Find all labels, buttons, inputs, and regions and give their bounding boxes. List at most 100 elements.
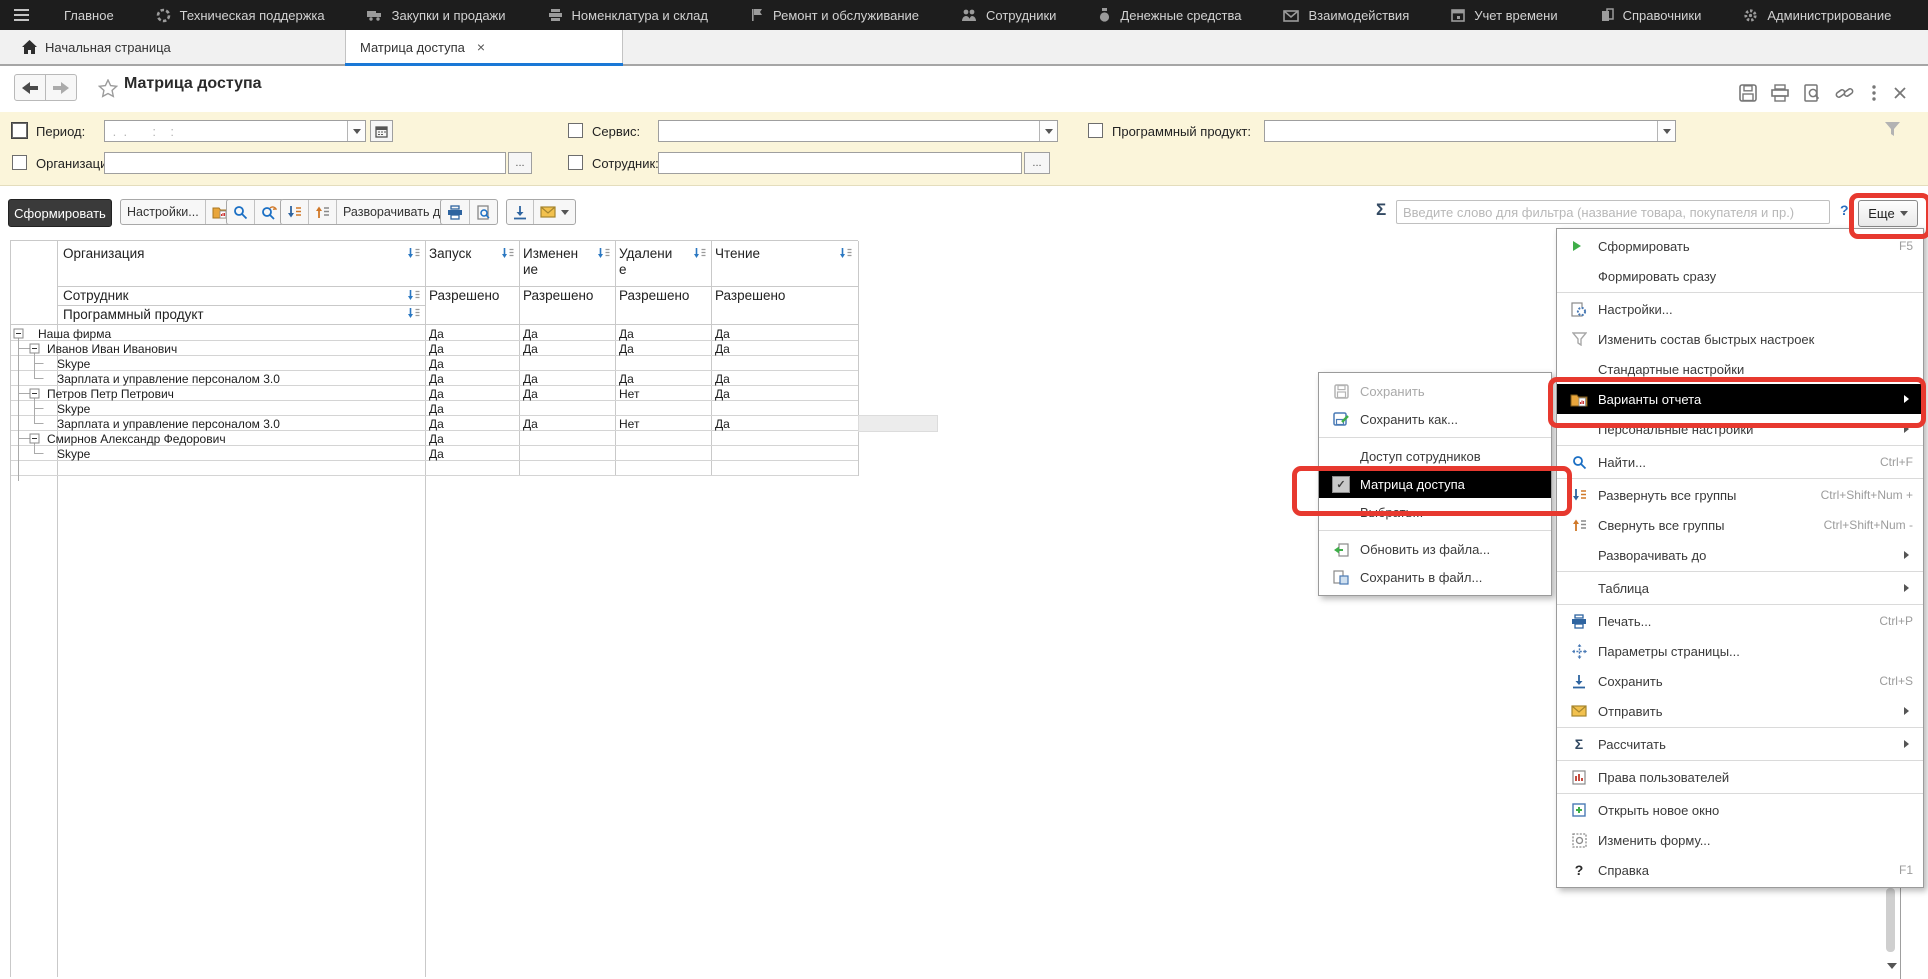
menu-purchases-sales[interactable]: Закупки и продажи	[346, 0, 527, 30]
column-header-delete[interactable]: Удаление	[619, 246, 679, 278]
menu-item-save[interactable]: СохранитьCtrl+S	[1557, 666, 1923, 696]
menu-item-expand-all[interactable]: Развернуть все группыCtrl+Shift+Num +	[1557, 480, 1923, 510]
period-checkbox[interactable]	[12, 123, 27, 138]
menu-stock[interactable]: Номенклатура и склад	[527, 0, 729, 30]
scrollbar-down-icon[interactable]	[1887, 963, 1897, 974]
menu-item-collapse-all[interactable]: Свернуть все группыCtrl+Shift+Num -	[1557, 510, 1923, 540]
close-window-icon[interactable]	[1890, 83, 1910, 103]
sort-icon[interactable]	[501, 247, 515, 260]
menu-item-send[interactable]: Отправить	[1557, 696, 1923, 726]
table-row[interactable]: SkypeДа	[11, 356, 858, 371]
menu-time[interactable]: Учет времени	[1430, 0, 1578, 30]
menu-item-variant-employee-access[interactable]: Доступ сотрудников	[1319, 442, 1551, 470]
find-button[interactable]	[227, 200, 255, 224]
menu-item-quick-settings[interactable]: Изменить состав быстрых настроек	[1557, 324, 1923, 354]
table-row[interactable]: Петров Петр ПетровичДаДаНетДа	[11, 386, 858, 401]
sort-icon[interactable]	[597, 247, 611, 260]
menu-item-calculate[interactable]: Рассчитать	[1557, 729, 1923, 759]
menu-item-change-form[interactable]: Изменить форму...	[1557, 825, 1923, 855]
more-button[interactable]: Еще	[1858, 200, 1918, 227]
menu-item-save-variant-as[interactable]: Сохранить как...	[1319, 405, 1551, 433]
menu-item-report-variants[interactable]: Варианты отчета	[1557, 384, 1923, 414]
tab-close-icon[interactable]: ×	[477, 39, 485, 55]
employee-input[interactable]	[659, 153, 1021, 173]
menu-item-settings[interactable]: Настройки...	[1557, 294, 1923, 324]
column-header-employee[interactable]: Сотрудник	[63, 288, 129, 303]
save-report-button[interactable]	[507, 200, 534, 224]
menu-references[interactable]: Справочники	[1579, 0, 1723, 30]
sort-icon[interactable]	[693, 247, 707, 260]
product-dropdown-icon[interactable]	[1657, 121, 1675, 141]
table-row[interactable]: Зарплата и управление персоналом 3.0ДаДа…	[11, 416, 858, 431]
menu-item-help[interactable]: СправкаF1	[1557, 855, 1923, 885]
tab-access-matrix[interactable]: Матрица доступа ×	[345, 30, 623, 64]
menu-item-open-new-window[interactable]: Открыть новое окно	[1557, 795, 1923, 825]
employee-checkbox[interactable]	[568, 155, 583, 170]
filter-funnel-icon[interactable]	[1884, 121, 1901, 137]
menu-item-variant-access-matrix[interactable]: Матрица доступа	[1319, 470, 1551, 498]
tree-expanders[interactable]	[11, 326, 67, 481]
back-button[interactable]	[14, 74, 46, 101]
find-next-button[interactable]	[255, 200, 283, 224]
menu-item-generate[interactable]: СформироватьF5	[1557, 231, 1923, 261]
organization-checkbox[interactable]	[12, 155, 27, 170]
table-filter-input[interactable]	[1396, 200, 1830, 224]
table-row[interactable]: Смирнов Александр ФедоровичДа	[11, 431, 858, 446]
table-row[interactable]: Иванов Иван ИвановичДаДаДаДа	[11, 341, 858, 356]
service-input[interactable]	[659, 121, 1039, 141]
print-icon[interactable]	[1770, 83, 1790, 103]
selected-cell[interactable]	[858, 415, 938, 432]
collapse-all-groups-button[interactable]	[309, 200, 337, 224]
print-button[interactable]	[441, 200, 470, 224]
service-dropdown-icon[interactable]	[1039, 121, 1057, 141]
period-calendar-button[interactable]	[370, 120, 393, 142]
menu-item-page-setup[interactable]: Параметры страницы...	[1557, 636, 1923, 666]
menu-money[interactable]: Денежные средства	[1077, 0, 1262, 30]
column-header-product[interactable]: Программный продукт	[63, 307, 204, 322]
menu-item-generate-immediately[interactable]: Формировать сразу	[1557, 261, 1923, 291]
table-row[interactable]: Зарплата и управление персоналом 3.0ДаДа…	[11, 371, 858, 386]
settings-button[interactable]: Настройки...	[121, 200, 206, 224]
column-header-launch[interactable]: Запуск	[429, 246, 471, 261]
menu-administration[interactable]: Администрирование	[1722, 0, 1912, 30]
column-header-change[interactable]: Изменение	[523, 246, 585, 278]
menu-item-table[interactable]: Таблица	[1557, 573, 1923, 603]
print-preview-button[interactable]	[470, 200, 497, 224]
menu-item-find[interactable]: Найти...Ctrl+F	[1557, 447, 1923, 477]
product-checkbox[interactable]	[1088, 123, 1103, 138]
table-row[interactable]: SkypeДа	[11, 401, 858, 416]
favorite-star-icon[interactable]	[98, 79, 118, 98]
menu-item-expand-to[interactable]: Разворачивать до	[1557, 540, 1923, 570]
menu-tech-support[interactable]: Техническая поддержка	[135, 0, 346, 30]
menu-item-update-from-file[interactable]: Обновить из файла...	[1319, 535, 1551, 563]
menu-item-personal-settings[interactable]: Персональные настройки	[1557, 414, 1923, 444]
link-icon[interactable]	[1834, 83, 1854, 103]
menu-employees[interactable]: Сотрудники	[940, 0, 1077, 30]
send-report-button[interactable]	[534, 200, 575, 224]
expand-all-groups-button[interactable]	[281, 200, 309, 224]
employee-picker-button[interactable]: ...	[1024, 152, 1050, 174]
menu-repair[interactable]: Ремонт и обслуживание	[729, 0, 940, 30]
table-row[interactable]: Наша фирмаДаДаДаДа	[11, 326, 858, 341]
sort-icon[interactable]	[839, 247, 853, 260]
column-header-read[interactable]: Чтение	[715, 246, 760, 261]
service-checkbox[interactable]	[568, 123, 583, 138]
save-icon[interactable]	[1738, 83, 1758, 103]
hamburger-menu-icon[interactable]	[14, 9, 29, 21]
menu-item-variant-choose[interactable]: Выбрать...	[1319, 498, 1551, 526]
menu-item-save-to-file[interactable]: Сохранить в файл...	[1319, 563, 1551, 591]
sort-icon[interactable]	[407, 289, 421, 302]
column-header-organization[interactable]: Организация	[63, 246, 144, 261]
sort-icon[interactable]	[407, 307, 421, 320]
table-row[interactable]: SkypeДа	[11, 446, 858, 461]
kebab-menu-icon[interactable]	[1864, 83, 1884, 103]
period-input[interactable]	[105, 121, 347, 141]
menu-item-standard-settings[interactable]: Стандартные настройки	[1557, 354, 1923, 384]
organization-picker-button[interactable]: ...	[508, 152, 532, 174]
menu-interactions[interactable]: Взаимодействия	[1262, 0, 1430, 30]
generate-button[interactable]: Сформировать	[8, 199, 112, 227]
help-icon[interactable]: ?	[1840, 202, 1849, 218]
forward-button[interactable]	[46, 74, 77, 101]
menu-item-user-rights[interactable]: Права пользователей	[1557, 762, 1923, 792]
period-dropdown-icon[interactable]	[347, 121, 365, 141]
